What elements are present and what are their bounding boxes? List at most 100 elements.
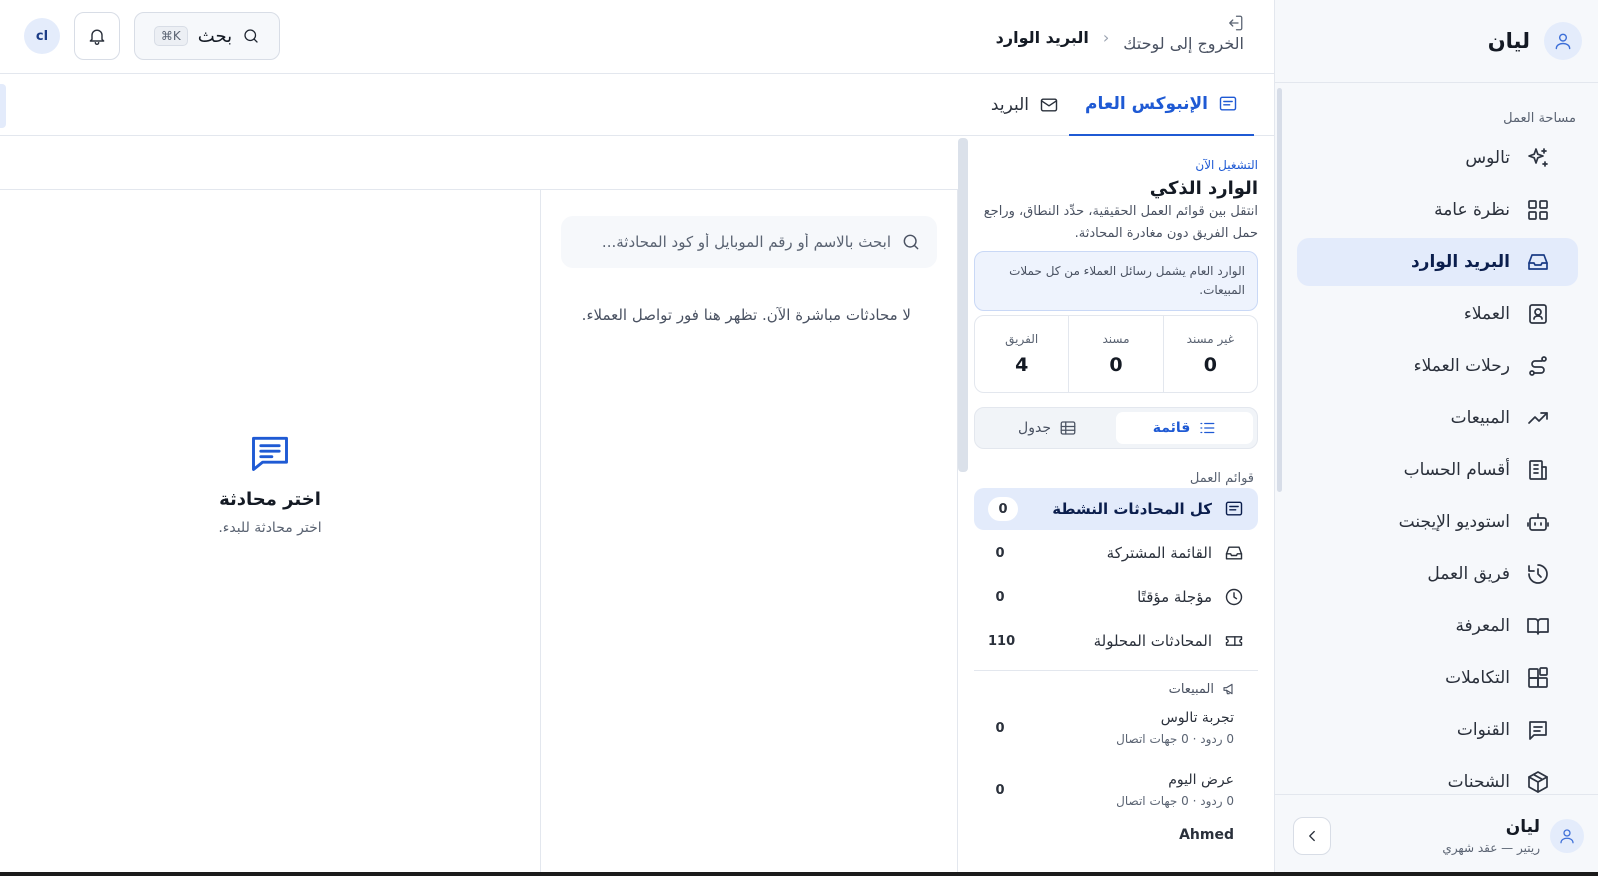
inbox-icon — [1526, 250, 1550, 274]
queue-count: 110 — [988, 633, 1016, 649]
trend-icon — [1526, 406, 1550, 430]
sidebar-item-knowledge[interactable]: المعرفة — [1297, 602, 1578, 650]
queue-label: المحادثات المحلولة — [1093, 632, 1212, 650]
sidebar-item-label: نظرة عامة — [1434, 200, 1510, 220]
conversation-search-input[interactable] — [577, 233, 891, 251]
sidebar-item-overview[interactable]: نظرة عامة — [1297, 186, 1578, 234]
sidebar-item-label: البريد الوارد — [1410, 252, 1510, 272]
sidebar-item-journeys[interactable]: رحلات العملاء — [1297, 342, 1578, 390]
tab-label: الإنبوكس العام — [1085, 94, 1208, 114]
campaign-name: عرض اليوم — [1168, 772, 1234, 788]
divider — [974, 670, 1258, 671]
queues-label: قوائم العمل — [1189, 471, 1254, 486]
user-icon — [1550, 818, 1584, 853]
user-avatar[interactable]: cl — [24, 18, 60, 54]
campaign-item[interactable]: عرض اليوم 0 ردود · 0 جهات اتصال 0 — [974, 759, 1258, 821]
route-icon — [1526, 354, 1550, 378]
queue-all-active[interactable]: كل المحادثات النشطة 0 — [974, 488, 1258, 530]
sidebar-item-sales[interactable]: المبيعات — [1297, 394, 1578, 442]
smart-inbox-panel: التشغيل الآن الوارد الذكي انتقل بين قوائ… — [958, 138, 1274, 876]
sidebar-footer: ليان ريتير — عقد شهري — [1275, 794, 1598, 876]
conversation-toolbar — [0, 138, 958, 190]
stat-assigned: مسند 0 — [1068, 316, 1162, 392]
campaign-name: Ahmed — [1179, 827, 1234, 843]
window-bottom-edge — [0, 872, 1598, 876]
sidebar-item-label: فريق العمل — [1427, 564, 1510, 584]
footer-user[interactable]: ليان ريتير — عقد شهري — [1442, 817, 1584, 855]
view-toggle: قائمة جدول — [974, 407, 1258, 449]
sidebar-item-agent-studio[interactable]: استوديو الإيجنت — [1297, 498, 1578, 546]
inbox-icon — [1224, 543, 1244, 563]
queue-snoozed[interactable]: مؤجلة مؤقتًا 0 — [974, 576, 1258, 618]
section-label: مساحة العمل — [1503, 111, 1576, 126]
message-square-icon — [1218, 94, 1238, 114]
tab-scroll-edge — [0, 84, 6, 128]
stat-label: غير مسند — [1186, 332, 1235, 346]
tab-mail[interactable]: البريد — [979, 74, 1071, 136]
conversation-search[interactable] — [561, 216, 937, 268]
breadcrumb: الخروج إلى لوحتك ‹ البريد الوارد — [996, 14, 1244, 53]
sidebar-item-inbox[interactable]: البريد الوارد — [1297, 238, 1578, 286]
sidebar-item-label: التكاملات — [1445, 668, 1510, 688]
conversation-detail: اختر محادثة اختر محادثة للبدء. — [0, 190, 540, 876]
detail-subtitle: اختر محادثة للبدء. — [218, 519, 322, 536]
brand[interactable]: ليان — [1275, 0, 1598, 83]
sidebar-item-label: تالوس — [1465, 148, 1510, 168]
sidebar-item-integrations[interactable]: التكاملات — [1297, 654, 1578, 702]
table-icon — [1059, 419, 1077, 437]
info-notice: الوارد العام يشمل رسائل العملاء من كل حم… — [974, 251, 1258, 311]
empty-conversations-text: لا محادثات مباشرة الآن. تظهر هنا فور توا… — [581, 306, 911, 324]
stat-team: الفريق 4 — [975, 316, 1068, 392]
sidebar-scrollbar[interactable] — [1277, 88, 1282, 492]
sidebar-item-channels[interactable]: القنوات — [1297, 706, 1578, 754]
stat-value: 0 — [1109, 354, 1123, 376]
campaign-count: 0 — [995, 720, 1005, 736]
sidebar-item-customers[interactable]: العملاء — [1297, 290, 1578, 338]
view-list-button[interactable]: قائمة — [1116, 412, 1253, 444]
book-icon — [1526, 614, 1550, 638]
queue-shared[interactable]: القائمة المشتركة 0 — [974, 532, 1258, 574]
queue-count: 0 — [988, 497, 1018, 521]
log-out-icon — [1226, 14, 1244, 32]
sidebar-item-label: العملاء — [1463, 304, 1510, 324]
stat-label: مسند — [1102, 332, 1130, 346]
queue-label: القائمة المشتركة — [1106, 544, 1212, 562]
history-icon — [1526, 562, 1550, 586]
contact-icon — [1526, 302, 1550, 326]
breadcrumb-current: البريد الوارد — [995, 28, 1089, 47]
blocks-icon — [1526, 666, 1550, 690]
search-button[interactable]: بحث ⌘K — [134, 12, 280, 60]
sidebar-item-team[interactable]: فريق العمل — [1297, 550, 1578, 598]
campaign-item[interactable]: Ahmed — [974, 821, 1258, 845]
queue-label: مؤجلة مؤقتًا — [1137, 588, 1212, 606]
campaign-meta: 0 ردود · 0 جهات اتصال — [1116, 794, 1234, 808]
detail-title: اختر محادثة — [219, 488, 321, 510]
panel-scrollbar[interactable] — [958, 138, 968, 472]
sidebar-item-talos[interactable]: تالوس — [1297, 134, 1578, 182]
top-actions: cl بحث ⌘K — [24, 12, 280, 60]
sidebar-item-label: القنوات — [1456, 720, 1510, 740]
view-table-label: جدول — [1018, 420, 1051, 436]
user-icon — [1544, 22, 1582, 60]
stats-card: غير مسند 0 مسند 0 الفريق 4 — [974, 315, 1258, 393]
view-table-button[interactable]: جدول — [979, 412, 1116, 444]
sidebar-item-label: المبيعات — [1450, 408, 1510, 428]
campaign-count: 0 — [995, 782, 1005, 798]
search-shortcut: ⌘K — [153, 26, 188, 46]
exit-to-dashboard-link[interactable]: الخروج إلى لوحتك — [1123, 14, 1244, 53]
queue-resolved[interactable]: المحادثات المحلولة 110 — [974, 620, 1258, 662]
search-icon — [901, 232, 921, 252]
chevron-left-icon — [1303, 827, 1321, 845]
tab-label: البريد — [990, 95, 1029, 115]
campaign-item[interactable]: تجربة تالوس 0 ردود · 0 جهات اتصال 0 — [974, 697, 1258, 759]
message-square-icon — [248, 431, 292, 475]
bot-icon — [1526, 510, 1550, 534]
sidebar-nav: تالوس نظرة عامة البريد الوارد العملاء رح… — [1275, 134, 1598, 806]
message-square-icon — [1224, 499, 1244, 519]
collapse-sidebar-button[interactable] — [1293, 816, 1331, 855]
sidebar-item-account-sections[interactable]: أقسام الحساب — [1297, 446, 1578, 494]
notifications-button[interactable] — [74, 12, 120, 60]
inbox-tabs: الإنبوكس العام البريد — [0, 74, 1274, 136]
conversation-list: لا محادثات مباشرة الآن. تظهر هنا فور توا… — [540, 190, 958, 876]
tab-general-inbox[interactable]: الإنبوكس العام — [1069, 74, 1254, 136]
